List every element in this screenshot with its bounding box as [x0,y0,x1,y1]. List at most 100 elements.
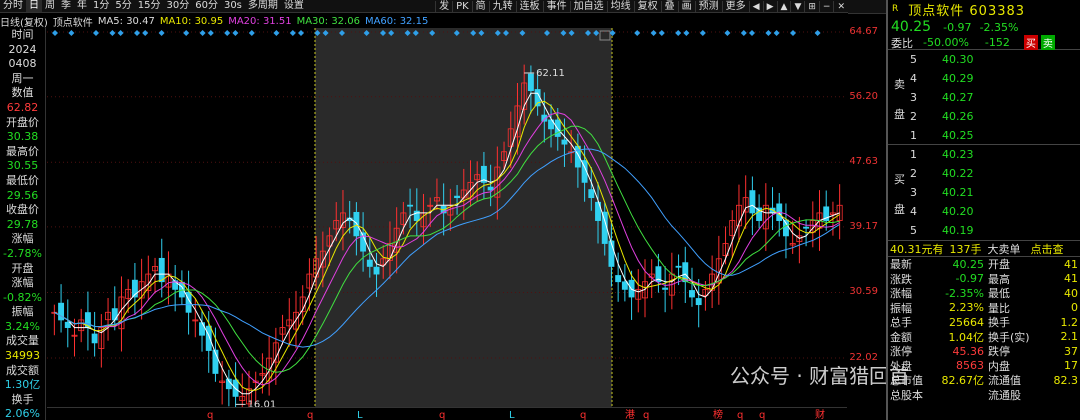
ask-level[interactable]: 2 40.26 [888,107,1080,126]
toolbar-action[interactable]: 复权 [633,0,661,13]
bid-level[interactable]: 4 40.20 [888,202,1080,221]
stat-value: -2.35% [945,286,984,300]
candlestick-chart[interactable]: 62.1116.01 [47,28,847,408]
toolbar-action[interactable]: 更多 [721,0,749,13]
price-tick-label: 56.20 [849,90,878,102]
period-tab[interactable]: 日 [26,0,42,12]
toolbar-spacer [848,0,886,14]
stat-value: 0 [1071,301,1078,315]
period-tab[interactable]: 15分 [135,0,164,12]
bid-level[interactable]: 3 40.21 [888,183,1080,202]
toolbar-icon[interactable]: ▶ [762,0,777,13]
info-line: 涨幅 [11,232,34,246]
period-tab[interactable]: 分时 [0,0,26,12]
stat-row: 涨停 45.36 跌停 37 [888,344,1080,359]
toolbar-action[interactable]: 均线 [606,0,634,13]
period-tab[interactable]: 设置 [281,0,307,12]
event-marker[interactable]: q [759,410,765,420]
toolbar-icon[interactable]: ▲ [776,0,791,13]
sell-button[interactable]: 卖 [1040,35,1055,50]
trade-detail-link[interactable]: 点击查 [1031,241,1064,257]
event-marker[interactable]: q [439,410,445,420]
toolbar-action[interactable]: 预测 [694,0,722,13]
stat-value: 37 [1064,344,1078,358]
ask-level[interactable]: 1 40.25 [888,126,1080,145]
event-diamond [199,30,206,36]
event-marker[interactable]: 财 [815,408,825,420]
bid-book: 买 盘 1 40.23 2 40.22 3 40.21 4 40.20 5 40.19 [888,145,1080,241]
period-tab[interactable]: 季 [58,0,74,12]
event-marker[interactable]: q [580,410,586,420]
ask-level-price: 40.30 [942,53,974,66]
event-diamond [207,30,214,36]
candle-body [199,322,205,336]
event-marker[interactable]: q [207,410,213,420]
period-tab[interactable]: 周 [42,0,58,12]
event-marker-bar: qqLqLq港q榜qq财 [47,407,847,420]
event-diamond [658,30,665,36]
ask-level-index: 4 [910,72,917,85]
candle-body [111,308,118,321]
committee-row: 委比 -50.00% -152 买 卖 [888,35,1080,50]
toolbar-action[interactable]: 九转 [488,0,516,13]
price-row: 40.25 -0.97 -2.35% [888,18,1080,36]
info-line: 开盘价 [6,115,39,129]
event-marker[interactable]: q [307,410,313,420]
info-line: -0.82% [3,290,42,304]
toolbar-action[interactable]: 事件 [542,0,570,13]
event-diamond [724,30,731,36]
toolbar-action[interactable]: PK [452,0,472,13]
event-marker[interactable]: q [737,410,743,420]
ask-level-price: 40.27 [942,91,974,104]
info-line: 振幅 [11,305,34,319]
quote-panel: R 顶点软件 603383 40.25 -0.97 -2.35% 委比 -50.… [886,0,1080,420]
period-tab[interactable]: 1分 [90,0,112,12]
info-line: -2.78% [3,246,42,260]
event-marker[interactable]: 榜 [713,408,723,420]
stat-value: 25664 [949,315,984,329]
bid-level[interactable]: 1 40.23 [888,145,1080,164]
period-tab[interactable]: 多周期 [245,0,281,12]
event-marker[interactable]: L [509,410,515,420]
toolbar-action[interactable]: 加自选 [569,0,607,13]
ask-level-price: 40.29 [942,72,974,85]
toolbar-right-actions: 发 PK 简九转 连板 事件 加自选 均线 复权叠画预测 更多 ◀ ▶ ▲ ▼ ⊞ − ✕ [435,0,848,13]
stat-label: 流通股 [988,388,1021,402]
ask-level[interactable]: 3 40.27 [888,88,1080,107]
toolbar-action[interactable]: 发 [435,0,452,13]
buy-button[interactable]: 买 [1023,35,1038,50]
toolbar-action[interactable]: 连板 [515,0,543,13]
toolbar-icon[interactable]: − [818,0,834,13]
ask-level[interactable]: 5 40.30 [888,50,1080,69]
stat-value: 2.1 [1060,330,1079,344]
stat-value: 2.23% [949,301,984,315]
toolbar-action[interactable]: 叠 [660,0,678,13]
event-diamond [273,30,280,36]
period-tab[interactable]: 30s [221,0,245,12]
toolbar-icon[interactable]: ⊞ [804,0,819,13]
period-tab[interactable]: 5分 [112,0,134,12]
event-marker[interactable]: L [357,410,363,420]
toolbar-action[interactable]: 画 [677,0,695,13]
period-tabs: 分时日周季年 1分 5分 15分 30分 60分 30s 多周期 设置 [0,0,307,12]
info-line: 成交量 [6,334,39,348]
info-line: 30.38 [6,130,39,144]
committee-pct: -50.00% [923,36,969,49]
info-line: 34993 [5,349,40,363]
event-diamond [634,30,641,36]
toolbar-icon[interactable]: ◀ [748,0,763,13]
period-tab[interactable]: 60分 [192,0,221,12]
event-marker[interactable]: q [643,410,649,420]
bid-level[interactable]: 2 40.22 [888,164,1080,183]
bid-level-price: 40.20 [942,205,974,218]
event-marker[interactable]: 港 [625,409,635,420]
toolbar-action[interactable]: 简 [471,0,489,13]
toolbar-icon[interactable]: ✕ [833,0,848,13]
toolbar-icon[interactable]: ▼ [790,0,804,13]
period-tab[interactable]: 年 [74,0,90,12]
period-tab[interactable]: 30分 [163,0,192,12]
ask-level[interactable]: 4 40.29 [888,69,1080,88]
bid-level[interactable]: 5 40.19 [888,221,1080,240]
candle-body [749,190,756,214]
event-diamond [650,30,657,36]
